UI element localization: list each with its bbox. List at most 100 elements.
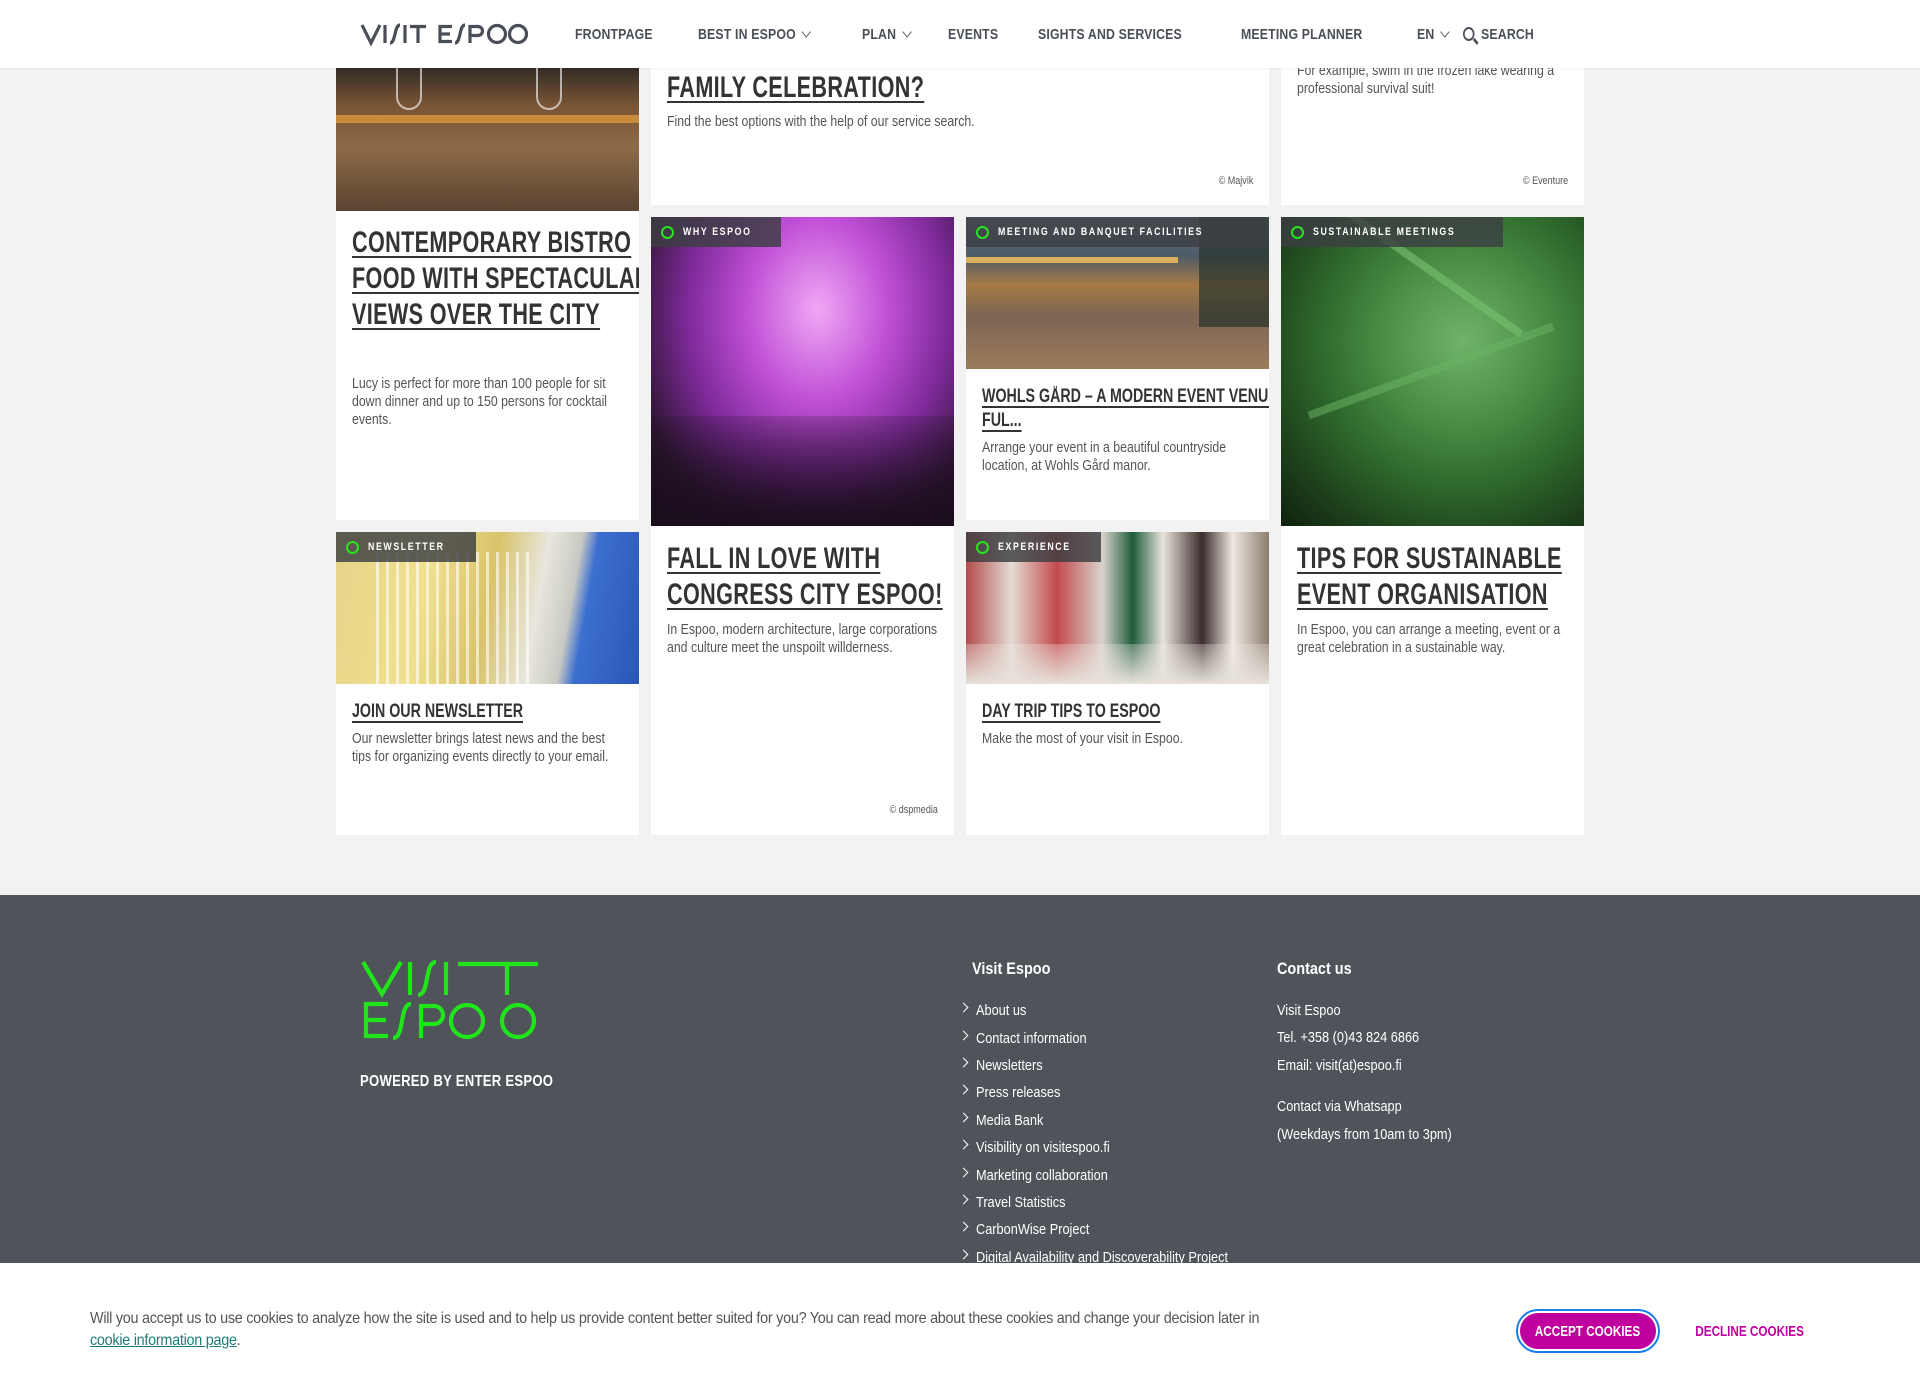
circle-icon [346,540,359,554]
card-description: In Espoo, you can arrange a meeting, eve… [1297,621,1561,656]
language-selector[interactable]: EN [1417,26,1450,43]
card-congress-city[interactable]: FALL IN LOVE WITH CONGRESS CITY ESPOO! I… [651,526,954,835]
card-description: Our newsletter brings latest news and th… [352,730,609,765]
search-button[interactable]: SEARCH [1463,26,1534,43]
card-day-trip[interactable]: EXPERIENCE DAY TRIP TIPS TO ESPOO Make t… [966,532,1269,835]
card-title[interactable]: CONTEMPORARY BISTRO FOOD WITH SPECTACULA… [352,225,639,333]
card-newsletter[interactable]: NEWSLETTER JOIN OUR NEWSLETTER Our newsl… [336,532,639,835]
footer-link-media-bank[interactable]: Media Bank [958,1107,1273,1134]
cookie-text: Will you accept us to use cookies to ana… [90,1310,1260,1327]
card-title[interactable]: TIPS FOR SUSTAINABLE EVENT ORGANISATION [1297,541,1584,613]
link-label: Press releases [976,1084,1061,1102]
visit-espoo-logo[interactable] [360,22,530,46]
card-description: Make the most of your visit in Espoo. [982,730,1183,747]
powered-by-text: POWERED BY ENTER ESPOO [360,1073,554,1090]
cookie-info-link[interactable]: cookie information page [90,1332,237,1349]
card-title[interactable]: FAMILY CELEBRATION? [667,70,1269,106]
circle-icon [1291,225,1304,239]
nav-label: FRONTPAGE [574,25,653,43]
tag-label: WHY ESPOO [683,226,752,238]
contact-phone[interactable]: Tel. +358 (0)43 824 6866 [1277,1024,1452,1051]
search-icon [1463,27,1475,41]
button-label: ACCEPT COOKIES [1535,1322,1641,1340]
image-credit: © dspmedia [889,804,938,816]
card-why-espoo[interactable]: WHY ESPOO [651,217,954,526]
nav-sights-and-services[interactable]: SIGHTS AND SERVICES [1038,26,1182,43]
chevron-right-icon [958,1057,969,1068]
card-description: In Espoo, modern architecture, large cor… [667,621,938,656]
nav-label: EVENTS [948,25,999,43]
contact-hours: (Weekdays from 10am to 3pm) [1277,1125,1452,1143]
chevron-right-icon [958,1084,969,1095]
contact-name: Visit Espoo [1277,1002,1341,1019]
footer-link-visibility[interactable]: Visibility on visitespoo.fi [958,1134,1273,1161]
nav-best-in-espoo[interactable]: BEST IN ESPOO [697,25,811,43]
button-label: DECLINE COOKIES [1695,1322,1805,1340]
category-tag: SUSTAINABLE MEETINGS [1281,217,1503,247]
nav-frontpage[interactable]: FRONTPAGE [575,26,653,43]
contact-email[interactable]: Email: visit(at)espoo.fi [1277,1052,1452,1079]
card-description: Find the best options with the help of o… [667,113,975,130]
card-title[interactable]: FALL IN LOVE WITH CONGRESS CITY ESPOO! [667,541,954,613]
link-label: Marketing collaboration [976,1166,1108,1184]
nav-plan[interactable]: PLAN [861,25,912,43]
link-label: Contact information [976,1029,1087,1047]
chevron-right-icon [958,1194,969,1205]
link-label: Newsletters [976,1056,1043,1074]
footer-contact-heading: Contact us [1277,959,1352,978]
nav-meeting-planner[interactable]: MEETING PLANNER [1241,26,1362,43]
link-label: CarbonWise Project [976,1221,1090,1239]
card-description: Arrange your event in a beautiful countr… [982,439,1227,474]
accept-cookies-button[interactable]: ACCEPT COOKIES [1516,1309,1660,1353]
nav-label: PLAN [861,25,896,43]
card-title[interactable]: DAY TRIP TIPS TO ESPOO [982,700,1269,724]
chevron-right-icon [958,1249,969,1260]
footer-links: About us Contact information Newsletters… [958,997,1273,1271]
footer-link-contact-information[interactable]: Contact information [958,1024,1273,1051]
chevron-down-icon [901,26,912,38]
decline-cookies-button[interactable]: DECLINE COOKIES [1680,1311,1820,1351]
nav-label: BEST IN ESPOO [697,25,796,43]
card-title[interactable]: WOHLS GÅRD – A MODERN EVENT VENUE FUL... [982,385,1269,433]
main-nav: FRONTPAGE BEST IN ESPOO PLAN EVENTS SIGH… [547,0,1550,68]
nav-events[interactable]: EVENTS [948,26,998,43]
chevron-right-icon [958,1221,969,1232]
card-sustainable-tips[interactable]: TIPS FOR SUSTAINABLE EVENT ORGANISATION … [1281,526,1584,835]
cookie-banner: Will you accept us to use cookies to ana… [0,1263,1920,1400]
card-title[interactable]: JOIN OUR NEWSLETTER [352,700,639,724]
tag-label: SUSTAINABLE MEETINGS [1313,226,1456,238]
footer-link-carbonwise[interactable]: CarbonWise Project [958,1216,1273,1243]
site-header: FRONTPAGE BEST IN ESPOO PLAN EVENTS SIGH… [0,0,1920,68]
footer-link-marketing-collaboration[interactable]: Marketing collaboration [958,1161,1273,1188]
contact-whatsapp[interactable]: Contact via Whatsapp [1277,1093,1452,1120]
circle-icon [976,225,989,239]
link-label: Media Bank [976,1111,1044,1129]
chevron-down-icon [1440,26,1450,38]
chevron-right-icon [958,1139,969,1150]
cookie-message: Will you accept us to use cookies to ana… [90,1308,1260,1352]
image-credit: © Majvik [1218,175,1253,187]
link-label: Travel Statistics [976,1193,1066,1211]
footer-link-about-us[interactable]: About us [958,997,1273,1024]
card-image-conference-audience [651,217,954,526]
chevron-right-icon [958,1167,969,1177]
tag-label: EXPERIENCE [998,541,1071,553]
footer-link-newsletters[interactable]: Newsletters [958,1052,1273,1079]
chevron-right-icon [958,1030,969,1041]
category-tag: EXPERIENCE [966,532,1101,562]
footer-link-travel-statistics[interactable]: Travel Statistics [958,1189,1273,1216]
category-tag: NEWSLETTER [336,532,476,562]
category-tag: MEETING AND BANQUET FACILITIES [966,217,1267,247]
card-bistro[interactable]: CONTEMPORARY BISTRO FOOD WITH SPECTACULA… [336,0,639,520]
category-tag: WHY ESPOO [651,217,781,247]
footer-logo[interactable] [360,958,544,1040]
card-description: Lucy is perfect for more than 100 people… [352,375,608,428]
footer-link-press-releases[interactable]: Press releases [958,1079,1273,1106]
chevron-right-icon [958,1112,969,1123]
footer-contact: Visit Espoo Tel. +358 (0)43 824 6866 Ema… [1277,997,1483,1148]
link-label: About us [976,1002,1027,1020]
card-wohls-gard[interactable]: MEETING AND BANQUET FACILITIES WOHLS GÅR… [966,217,1269,520]
link-label: Visibility on visitespoo.fi [976,1139,1110,1157]
card-sustainable-meetings[interactable]: SUSTAINABLE MEETINGS [1281,217,1584,526]
